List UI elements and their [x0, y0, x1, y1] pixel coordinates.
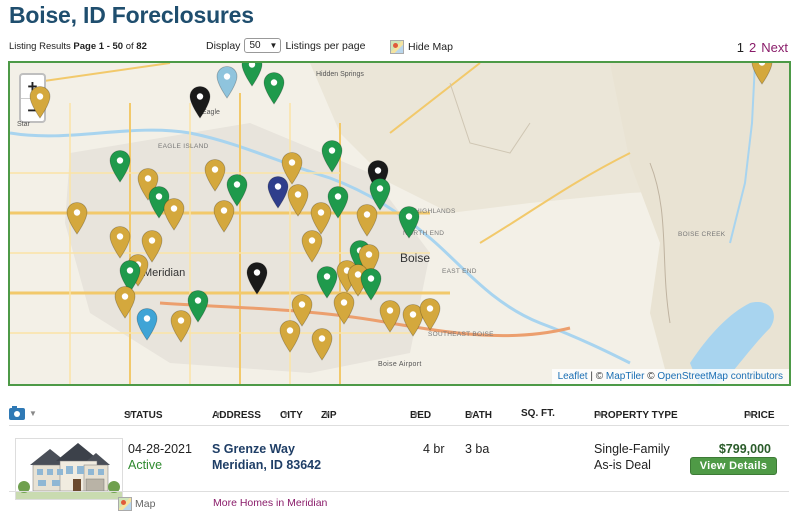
page-1: 1	[736, 40, 745, 55]
map-pin-gold[interactable]	[300, 229, 324, 263]
results-table-header: ▼ STATUS ▼ ADDRESS ▼ CITY ▼ ZIP ▼ BED ▼ BATH ▼…	[9, 406, 789, 422]
next-page-link[interactable]: Next	[761, 40, 788, 55]
map-label-east-end: EAST END	[442, 268, 477, 275]
map-pin-gold[interactable]	[212, 199, 236, 233]
map-label-boise: Boise	[400, 251, 431, 265]
map-label-highlands: HIGHLANDS	[415, 208, 456, 215]
map-pin-blue[interactable]	[135, 307, 159, 341]
map-attribution: Leaflet | © MapTiler © OpenStreetMap con…	[551, 369, 789, 384]
map-label-eagle-island: EAGLE ISLAND	[158, 143, 209, 150]
map-pin-gold[interactable]	[65, 201, 89, 235]
display-control: Display 50 ▼ Listings per page	[206, 38, 366, 53]
listing-beds: 4 br	[423, 442, 445, 456]
maptiler-link[interactable]: MapTiler	[606, 371, 645, 382]
map-pin-gold[interactable]	[310, 327, 334, 361]
listing-date: 04-28-2021	[128, 442, 192, 456]
map-pin-gold[interactable]	[169, 309, 193, 343]
hide-map-button[interactable]: Hide Map	[390, 40, 453, 54]
listing-baths: 3 ba	[465, 442, 490, 456]
map-pin-green[interactable]	[240, 61, 264, 87]
page-title: Boise, ID Foreclosures	[9, 2, 254, 28]
listing-street-link[interactable]: S Grenze Way	[212, 442, 295, 456]
map-pin-green[interactable]	[397, 205, 421, 239]
sort-caret-icon: ▼	[126, 410, 134, 419]
map-pin-lightblue[interactable]	[215, 65, 239, 99]
map-pin-green[interactable]	[262, 71, 286, 105]
more-homes-link[interactable]: More Homes in Meridian	[213, 497, 327, 509]
map-icon	[118, 497, 132, 511]
sort-caret-icon: ▼	[323, 410, 331, 419]
map-label-boise-airport: Boise Airport	[378, 361, 422, 368]
openstreetmap-link[interactable]: OpenStreetMap contributors	[657, 371, 783, 382]
chevron-down-icon: ▼	[269, 41, 278, 50]
map-label-boise-creek: BOISE CREEK	[678, 231, 726, 238]
map-pin-green[interactable]	[320, 139, 344, 173]
sort-caret-icon: ▼	[282, 410, 290, 419]
listing-city-link[interactable]: Meridian, ID 83642	[212, 458, 321, 472]
map-pin-gold[interactable]	[286, 183, 310, 217]
sort-caret-icon: ▼	[746, 410, 754, 419]
page-2-link[interactable]: 2	[749, 40, 756, 55]
listing-deal-type: As-is Deal	[594, 458, 651, 472]
map-label-hidden-springs: Hidden Springs	[316, 71, 364, 78]
sort-caret-icon: ▼	[412, 410, 420, 419]
map-pin-gold[interactable]	[162, 197, 186, 231]
view-details-button[interactable]: View Details	[690, 457, 777, 475]
listings-map[interactable]: + − Boise Meridian Eagle Star Hidden Spr…	[8, 61, 791, 386]
divider	[9, 425, 789, 426]
listing-price: $799,000	[718, 442, 771, 456]
map-label-southeast-boise: SOUTHEAST BOISE	[428, 331, 494, 338]
map-icon	[390, 40, 404, 54]
map-label-star: Star	[17, 121, 30, 128]
map-pin-green[interactable]	[108, 149, 132, 183]
listing-map-link[interactable]: Map	[118, 497, 155, 511]
map-pin-gold[interactable]	[378, 299, 402, 333]
map-pin-gold[interactable]	[28, 85, 52, 119]
map-pin-green[interactable]	[359, 267, 383, 301]
listings-per-page-select[interactable]: 50 ▼	[244, 38, 282, 53]
sort-caret-icon: ▼	[29, 409, 37, 418]
status-badge: Active	[128, 458, 163, 472]
pagination: 1 2 Next	[737, 40, 788, 55]
sort-caret-icon: ▼	[596, 410, 604, 419]
leaflet-link[interactable]: Leaflet	[558, 371, 588, 382]
listing-property-type: Single-Family	[594, 442, 670, 456]
sort-caret-icon: ▼	[214, 410, 222, 419]
camera-icon	[9, 406, 25, 420]
map-pin-gold[interactable]	[750, 61, 774, 85]
sort-caret-icon: ▼	[467, 410, 475, 419]
house-illustration	[16, 443, 122, 499]
listing-summary: Listing Results Page 1 - 50 of 82	[9, 41, 147, 52]
map-pin-gold[interactable]	[418, 297, 442, 331]
map-pin-black[interactable]	[245, 261, 269, 295]
header-sqft: SQ. FT.	[521, 408, 555, 419]
map-pin-gold[interactable]	[355, 203, 379, 237]
map-pin-gold[interactable]	[203, 158, 227, 192]
map-pin-gold[interactable]	[332, 291, 356, 325]
map-pin-gold[interactable]	[113, 285, 137, 319]
divider	[9, 491, 789, 492]
map-pin-gold[interactable]	[278, 319, 302, 353]
map-pin-black[interactable]	[188, 85, 212, 119]
